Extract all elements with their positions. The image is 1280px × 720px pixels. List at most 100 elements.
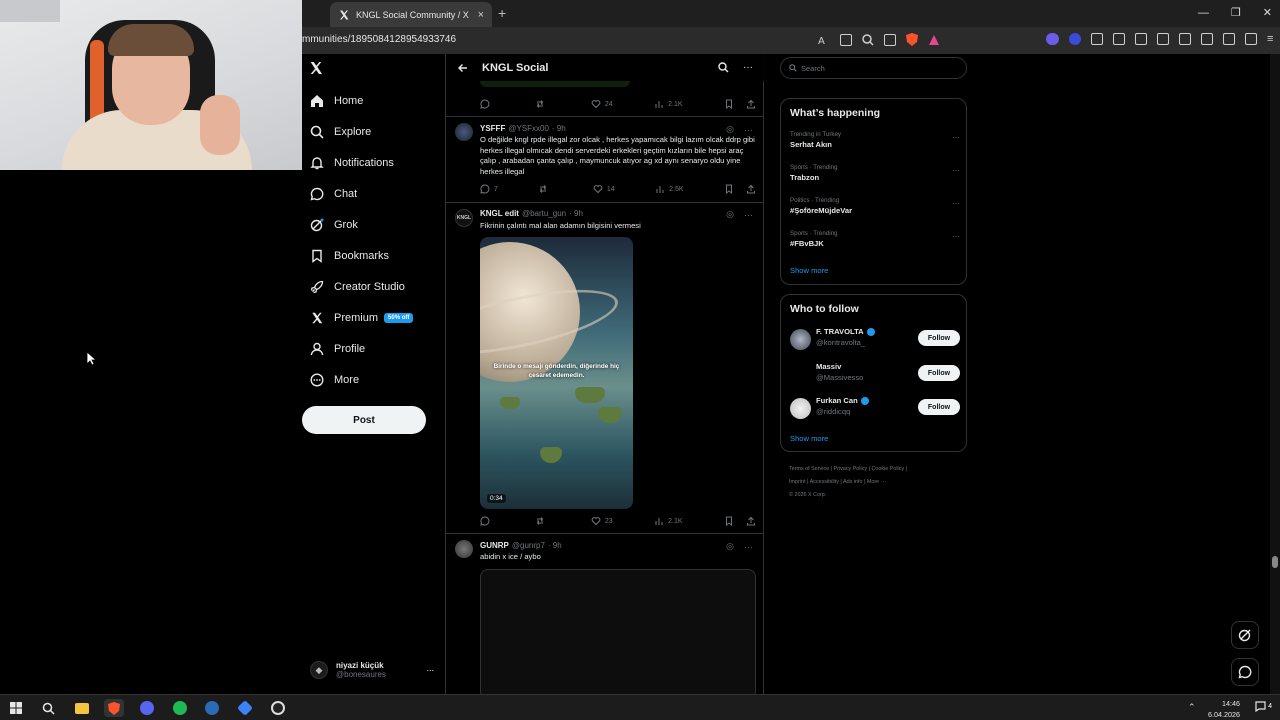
- page-scrollbar[interactable]: [1270, 54, 1280, 694]
- avatar[interactable]: [455, 540, 473, 558]
- discord-taskbar-button[interactable]: [137, 699, 157, 717]
- more-icon[interactable]: ...: [426, 663, 434, 673]
- nav-grok[interactable]: Grok: [310, 215, 358, 235]
- views-button[interactable]: 2.1K: [654, 516, 683, 526]
- steam-taskbar-button[interactable]: [202, 699, 222, 717]
- menu-icon[interactable]: ≡: [1267, 33, 1273, 45]
- zoom-icon[interactable]: [862, 33, 874, 46]
- views-button[interactable]: 2.5K: [655, 184, 684, 194]
- obs-taskbar-button[interactable]: [268, 699, 288, 717]
- notification-center[interactable]: 4: [1255, 701, 1272, 712]
- reply-button[interactable]: [480, 99, 494, 109]
- like-button[interactable]: 14: [593, 184, 615, 194]
- post-video[interactable]: Birinde o mesajı gönderdin, diğerinde hi…: [480, 237, 633, 509]
- follow-button[interactable]: Follow: [918, 365, 960, 381]
- url-field[interactable]: mmunities/1895084128954933746: [302, 34, 456, 45]
- share-icon[interactable]: [884, 33, 896, 46]
- browser-tab[interactable]: KNGL Social Community / X ×: [330, 2, 492, 27]
- like-button[interactable]: 24: [591, 99, 613, 109]
- more-icon[interactable]: ···: [952, 166, 960, 175]
- more-icon[interactable]: ···: [952, 199, 960, 208]
- grok-floating-button[interactable]: [1231, 621, 1259, 649]
- author-name[interactable]: KNGL edit: [480, 209, 519, 218]
- more-options-icon[interactable]: ···: [743, 62, 753, 73]
- grok-explain-icon[interactable]: ◎: [726, 541, 734, 552]
- author-handle[interactable]: @bartu_gun: [522, 209, 566, 218]
- wallet-icon[interactable]: [1201, 33, 1213, 45]
- brave-rewards-icon[interactable]: [928, 34, 940, 46]
- show-more-link[interactable]: Show more: [790, 434, 828, 443]
- more-options-icon[interactable]: ···: [744, 125, 753, 135]
- music-icon[interactable]: [1157, 33, 1169, 45]
- more-options-icon[interactable]: ···: [744, 542, 753, 552]
- reply-button[interactable]: [480, 516, 494, 526]
- brave-shield-icon[interactable]: [906, 33, 918, 46]
- new-tab-button[interactable]: +: [498, 5, 506, 21]
- nav-home[interactable]: Home: [310, 91, 363, 111]
- nav-explore[interactable]: Explore: [310, 122, 371, 142]
- author-name[interactable]: GUNRP: [480, 541, 509, 550]
- post-button[interactable]: Post: [302, 406, 426, 434]
- views-button[interactable]: 2.1K: [654, 99, 683, 109]
- trend-item[interactable]: Trending in Turkey Serhat Akın ···: [790, 131, 960, 149]
- search-icon[interactable]: [718, 62, 729, 73]
- close-window-icon[interactable]: ✕: [1263, 6, 1272, 19]
- chevron-up-icon[interactable]: ⌃: [1188, 702, 1196, 713]
- messages-floating-button[interactable]: [1231, 658, 1259, 686]
- show-more-link[interactable]: Show more: [790, 266, 828, 275]
- restore-icon[interactable]: ❐: [1231, 6, 1241, 19]
- share-icon[interactable]: [746, 516, 756, 526]
- search-input[interactable]: Search: [780, 57, 967, 79]
- repost-button[interactable]: [535, 516, 549, 526]
- follow-button[interactable]: Follow: [918, 330, 960, 346]
- nav-profile[interactable]: Profile: [310, 339, 365, 359]
- vpn-icon[interactable]: [1245, 33, 1257, 45]
- back-arrow-icon[interactable]: [458, 63, 468, 73]
- author-handle[interactable]: @YSFxx00: [508, 124, 549, 133]
- follow-suggestion[interactable]: Massiv @Massivesso Follow: [790, 362, 960, 390]
- repost-button[interactable]: [538, 184, 552, 194]
- app-taskbar-button[interactable]: [235, 699, 255, 717]
- account-switcher[interactable]: ◆ niyazi küçük @bonesaures ...: [310, 658, 440, 682]
- extension-icon[interactable]: [1069, 33, 1081, 45]
- avatar[interactable]: [455, 123, 473, 141]
- nav-premium[interactable]: Premium 50% off: [310, 308, 414, 328]
- grok-explain-icon[interactable]: ◎: [726, 124, 734, 135]
- leo-icon[interactable]: [1223, 33, 1235, 45]
- media-thumbnail-partial[interactable]: [480, 81, 630, 87]
- trend-item[interactable]: Politics · Trending #ŞoföreMüjdeVar ···: [790, 197, 960, 215]
- minimize-icon[interactable]: —: [1198, 7, 1209, 19]
- footer-line[interactable]: Terms of Service | Privacy Policy | Cook…: [789, 463, 969, 476]
- follow-suggestion[interactable]: Furkan Can @riddicqq Follow: [790, 396, 960, 424]
- author-name[interactable]: YSFFF: [480, 124, 505, 133]
- system-clock[interactable]: 14:46 6.04.2026: [1208, 698, 1240, 720]
- follow-suggestion[interactable]: F. TRAVOLTA @kontravolta_ Follow: [790, 327, 960, 355]
- more-options-icon[interactable]: ···: [744, 210, 753, 220]
- search-taskbar-button[interactable]: [38, 699, 58, 717]
- close-tab-button[interactable]: ×: [478, 9, 484, 21]
- scrollbar-thumb[interactable]: [1272, 556, 1278, 568]
- post-video[interactable]: [480, 569, 756, 699]
- grok-explain-icon[interactable]: ◎: [726, 209, 734, 220]
- nav-creator-studio[interactable]: Creator Studio: [310, 277, 405, 297]
- cast-icon[interactable]: [840, 33, 852, 46]
- bookmark-icon[interactable]: [724, 516, 734, 526]
- spotify-taskbar-button[interactable]: [170, 699, 190, 717]
- reply-button[interactable]: 7: [480, 184, 498, 194]
- bookmark-icon[interactable]: [724, 99, 734, 109]
- nav-more[interactable]: More: [310, 370, 359, 390]
- nav-chat[interactable]: Chat: [310, 184, 357, 204]
- sidebar-icon[interactable]: [1179, 33, 1191, 45]
- share-icon[interactable]: [746, 184, 756, 194]
- media-icon[interactable]: [1135, 33, 1147, 45]
- extension-icon[interactable]: [1046, 33, 1059, 45]
- share-icon[interactable]: [746, 99, 756, 109]
- avatar[interactable]: KNGL: [455, 209, 473, 227]
- follow-button[interactable]: Follow: [918, 399, 960, 415]
- start-button[interactable]: [6, 699, 26, 717]
- author-handle[interactable]: @gunrp7: [512, 541, 545, 550]
- bookmark-icon[interactable]: [724, 184, 734, 194]
- like-button[interactable]: 23: [591, 516, 613, 526]
- nav-bookmarks[interactable]: Bookmarks: [310, 246, 389, 266]
- translate-icon[interactable]: A: [818, 34, 830, 46]
